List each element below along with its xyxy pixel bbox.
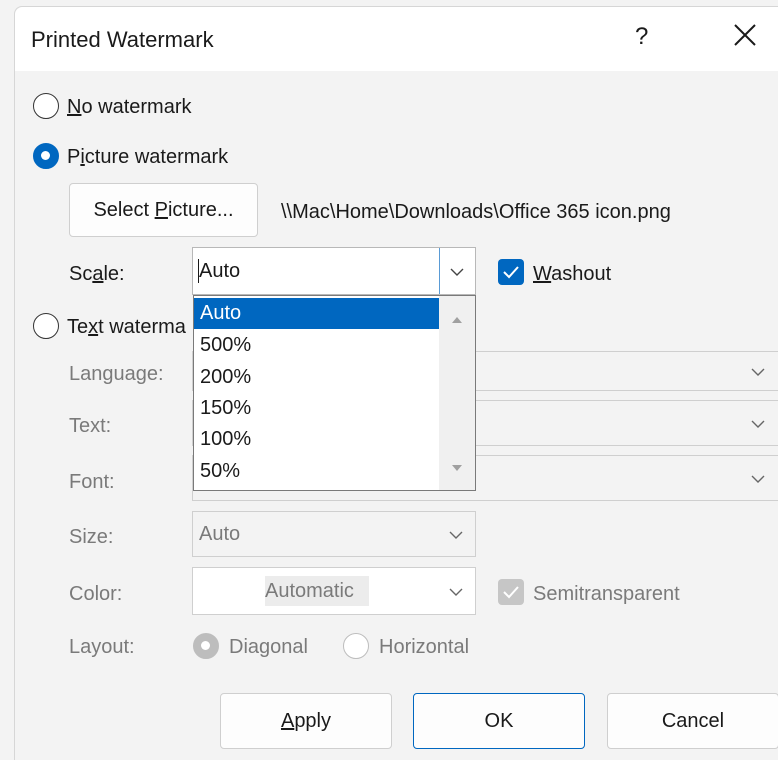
scale-option-auto[interactable]: Auto <box>194 298 439 329</box>
chevron-down-icon <box>751 475 765 483</box>
picture-watermark-radio[interactable] <box>33 143 59 169</box>
ok-button[interactable]: OK <box>413 693 585 749</box>
chevron-down-icon <box>449 531 463 539</box>
scale-label: Scale: <box>69 263 125 285</box>
text-watermark-label[interactable]: Text waterma <box>67 316 186 339</box>
help-button[interactable]: ? <box>635 23 648 51</box>
no-watermark-radio[interactable] <box>33 93 59 119</box>
cancel-button[interactable]: Cancel <box>607 693 778 749</box>
washout-checkbox[interactable] <box>498 259 524 285</box>
checkmark-icon <box>503 586 519 599</box>
text-watermark-radio[interactable] <box>33 313 59 339</box>
chevron-down-icon <box>751 368 765 376</box>
scale-option-200[interactable]: 200% <box>194 362 439 393</box>
size-value: Auto <box>199 523 241 545</box>
picture-watermark-label[interactable]: Picture watermark <box>67 146 228 169</box>
horizontal-label: Horizontal <box>379 636 470 658</box>
text-label: Text: <box>69 415 112 437</box>
scale-dropdown-button[interactable] <box>439 248 475 294</box>
language-label: Language: <box>69 363 164 385</box>
horizontal-radio <box>343 633 369 659</box>
scroll-up-icon[interactable] <box>451 316 463 324</box>
scale-combo[interactable]: Auto <box>192 247 476 295</box>
scale-dropdown-list[interactable]: Auto 500% 200% 150% 100% 50% <box>193 295 476 491</box>
semitransparent-label: Semitransparent <box>533 583 680 605</box>
washout-label[interactable]: Washout <box>533 263 611 286</box>
select-picture-button[interactable]: Select Picture... <box>69 183 258 237</box>
scale-option-150[interactable]: 150% <box>194 393 439 424</box>
close-icon[interactable] <box>731 21 759 49</box>
size-label: Size: <box>69 526 114 548</box>
title-bar: Printed Watermark ? <box>15 7 778 71</box>
apply-button[interactable]: Apply <box>220 693 392 749</box>
size-combo: Auto <box>192 511 476 557</box>
dialog-title: Printed Watermark <box>31 27 214 52</box>
picture-path: \\Mac\Home\Downloads\Office 365 icon.png <box>281 201 671 223</box>
scale-option-50[interactable]: 50% <box>194 456 439 487</box>
color-value: Automatic <box>265 580 354 602</box>
diagonal-label: Diagonal <box>229 636 308 658</box>
layout-label: Layout: <box>69 636 135 658</box>
printed-watermark-dialog: Printed Watermark ? No watermark Picture… <box>14 6 778 760</box>
chevron-down-icon <box>449 588 463 596</box>
dropdown-scrollbar[interactable] <box>439 296 475 490</box>
chevron-down-icon <box>751 420 765 428</box>
checkmark-icon <box>503 266 519 279</box>
scale-value: Auto <box>199 260 241 282</box>
scale-option-100[interactable]: 100% <box>194 424 439 455</box>
chevron-down-icon <box>450 268 464 276</box>
scale-option-500[interactable]: 500% <box>194 330 439 361</box>
no-watermark-label[interactable]: No watermark <box>67 96 191 119</box>
scroll-down-icon[interactable] <box>451 464 463 472</box>
color-combo: Automatic <box>192 567 476 615</box>
font-label: Font: <box>69 471 115 493</box>
semitransparent-checkbox <box>498 579 524 605</box>
color-label: Color: <box>69 583 123 605</box>
diagonal-radio <box>193 633 219 659</box>
